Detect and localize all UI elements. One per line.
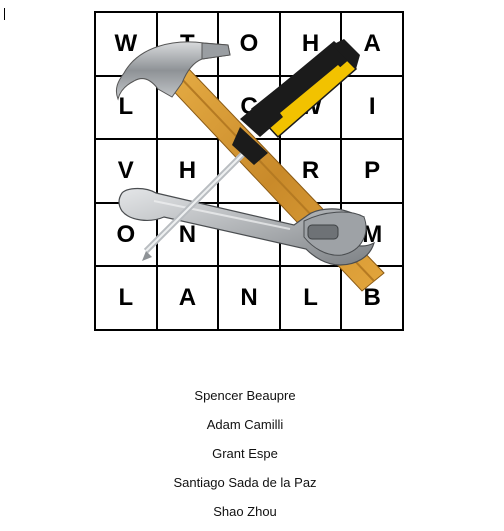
grid-cell: M [342, 203, 404, 268]
grid-cell: N [157, 203, 220, 268]
grid-cell [157, 76, 220, 141]
author-name: Spencer Beaupre [194, 388, 296, 403]
grid-cell: V [96, 140, 158, 204]
word-search-grid: W T O H A L C W I V H R P O N M L A N L … [94, 11, 404, 331]
grid-cell [280, 203, 343, 268]
grid-cell: P [342, 140, 404, 204]
grid-cell: L [96, 267, 158, 331]
text-cursor [4, 8, 5, 20]
grid-cell [219, 140, 281, 204]
grid-cell: A [342, 13, 404, 77]
grid-cell: L [280, 267, 343, 331]
author-name: Adam Camilli [206, 417, 284, 432]
grid-cell: R [280, 140, 343, 204]
grid-cell: A [157, 267, 220, 331]
grid-cell [219, 203, 281, 268]
grid-cell: B [342, 267, 404, 331]
grid-cell: T [157, 13, 220, 77]
grid-cell: H [157, 140, 220, 204]
grid-cell: N [219, 267, 281, 331]
grid-cell: W [280, 76, 343, 141]
grid-cell: W [96, 13, 158, 77]
grid-cell: I [342, 76, 404, 141]
author-list: Spencer Beaupre Adam Camilli Grant Espe … [0, 386, 490, 531]
author-name: Grant Espe [212, 446, 278, 461]
grid-cell: H [280, 13, 343, 77]
author-name: Santiago Sada de la Paz [173, 475, 317, 490]
grid-cell: L [96, 76, 158, 141]
grid-cell: O [96, 203, 158, 268]
grid-cell: C [219, 76, 281, 141]
grid-cell: O [219, 13, 281, 77]
author-name: Shao Zhou [213, 504, 277, 519]
